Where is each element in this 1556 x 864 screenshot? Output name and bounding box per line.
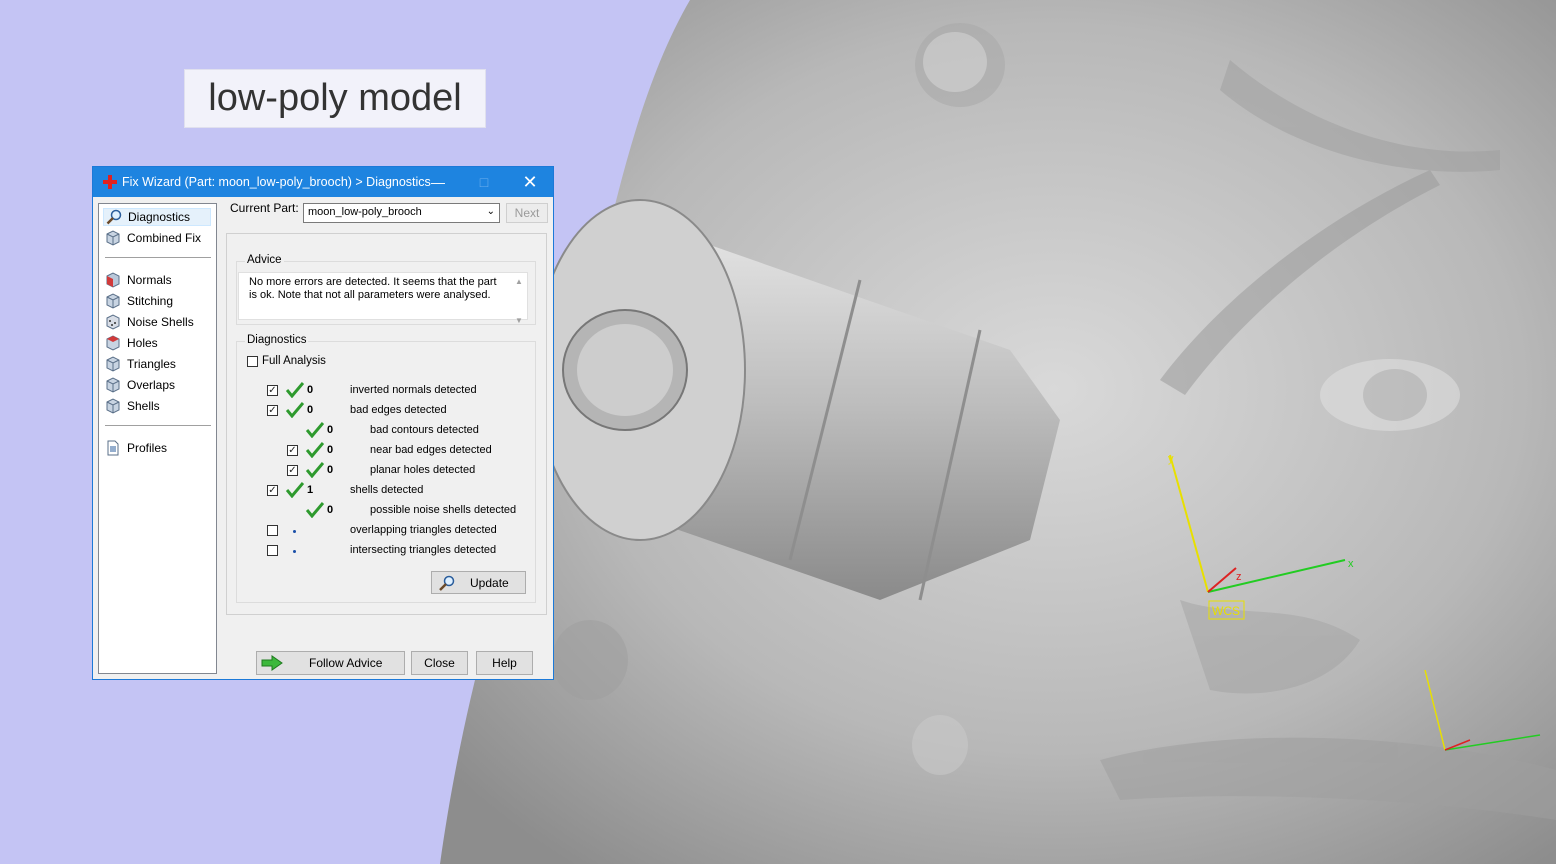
row-checkbox[interactable]: ✓ — [287, 465, 298, 476]
nav-item-holes[interactable]: Holes — [105, 334, 158, 352]
svg-text:y: y — [1168, 453, 1174, 465]
check-icon — [306, 502, 324, 518]
advice-title: Advice — [245, 254, 284, 266]
pending-dot-icon — [293, 550, 296, 553]
holes-cube-icon — [106, 335, 120, 351]
row-label: bad edges detected — [350, 404, 447, 416]
wizard-nav-list: Diagnostics Combined Fix Normals Stitchi… — [98, 203, 217, 674]
check-icon — [306, 442, 324, 458]
advice-text-box: No more errors are detected. It seems th… — [238, 272, 528, 325]
row-count: 0 — [327, 424, 334, 436]
row-label: possible noise shells detected — [370, 504, 517, 516]
window-title: Fix Wizard (Part: moon_low-poly_brooch) … — [122, 175, 431, 189]
nav-item-shells[interactable]: Shells — [105, 397, 160, 415]
nav-item-triangles[interactable]: Triangles — [105, 355, 176, 373]
app-cross-icon — [103, 175, 117, 189]
row-checkbox[interactable]: ✓ — [287, 445, 298, 456]
row-checkbox[interactable] — [267, 525, 278, 536]
overlaps-cube-icon — [106, 377, 120, 393]
check-icon — [286, 382, 304, 398]
svg-text:z: z — [1236, 571, 1242, 583]
check-icon — [306, 422, 324, 438]
triangles-cube-icon — [106, 356, 120, 372]
row-count: 0 — [307, 384, 314, 396]
diagnostics-panel: Advice No more errors are detected. It s… — [226, 233, 547, 615]
update-button[interactable]: Update — [431, 571, 526, 594]
follow-advice-button[interactable]: Follow Advice — [256, 651, 405, 675]
normals-cube-icon — [106, 272, 120, 288]
row-count: 0 — [327, 444, 334, 456]
row-checkbox[interactable] — [267, 545, 278, 556]
row-count: 0 — [327, 464, 334, 476]
overlay-label: low-poly model — [184, 69, 486, 128]
row-label: bad contours detected — [370, 424, 479, 436]
row-checkbox[interactable]: ✓ — [267, 385, 278, 396]
row-label: intersecting triangles detected — [350, 544, 497, 556]
advice-scrollbar[interactable]: ▲ ▼ — [513, 275, 525, 325]
nav-item-normals[interactable]: Normals — [105, 271, 172, 289]
diagnostics-title: Diagnostics — [245, 334, 309, 346]
chevron-down-icon: ⌄ — [486, 206, 495, 217]
next-button[interactable]: Next — [506, 203, 548, 223]
row-label: planar holes detected — [370, 464, 476, 476]
row-label: overlapping triangles detected — [350, 524, 497, 536]
row-checkbox[interactable]: ✓ — [267, 405, 278, 416]
nav-item-combined-fix[interactable]: Combined Fix — [105, 229, 201, 247]
row-label: shells detected — [350, 484, 424, 496]
shells-cube-icon — [106, 398, 120, 414]
nav-item-profiles[interactable]: Profiles — [105, 439, 167, 457]
close-window-button[interactable]: ✕ — [507, 167, 553, 197]
check-icon — [286, 482, 304, 498]
title-bar[interactable]: Fix Wizard (Part: moon_low-poly_brooch) … — [93, 167, 553, 197]
nav-item-stitching[interactable]: Stitching — [105, 292, 173, 310]
minimize-button[interactable]: — — [415, 167, 461, 197]
document-icon — [107, 440, 119, 456]
nav-item-diagnostics[interactable]: Diagnostics — [103, 208, 211, 226]
help-button[interactable]: Help — [476, 651, 533, 675]
current-part-label: Current Part: — [230, 201, 299, 215]
nav-item-overlaps[interactable]: Overlaps — [105, 376, 175, 394]
arrow-right-icon — [261, 655, 283, 671]
current-part-select[interactable]: moon_low-poly_brooch ⌄ — [303, 203, 500, 223]
wcs-label: WCS — [1212, 604, 1240, 618]
row-count: 0 — [307, 404, 314, 416]
row-label: inverted normals detected — [350, 384, 477, 396]
full-analysis-checkbox[interactable] — [247, 356, 258, 367]
nav-item-noise-shells[interactable]: Noise Shells — [105, 313, 194, 331]
maximize-button[interactable]: □ — [461, 167, 507, 197]
check-icon — [286, 402, 304, 418]
row-count: 1 — [307, 484, 314, 496]
magnifier-icon — [439, 575, 455, 591]
row-checkbox[interactable]: ✓ — [267, 485, 278, 496]
stitching-cube-icon — [106, 293, 120, 309]
check-icon — [306, 462, 324, 478]
row-count: 0 — [327, 504, 334, 516]
svg-text:x: x — [1348, 558, 1354, 570]
cube-icon — [106, 230, 120, 246]
advice-text: No more errors are detected. It seems th… — [249, 276, 497, 301]
row-label: near bad edges detected — [370, 444, 492, 456]
magnifier-icon — [106, 209, 122, 225]
pending-dot-icon — [293, 530, 296, 533]
fix-wizard-dialog: Fix Wizard (Part: moon_low-poly_brooch) … — [92, 166, 554, 680]
close-button[interactable]: Close — [411, 651, 468, 675]
noise-shells-icon — [106, 314, 120, 330]
full-analysis-label: Full Analysis — [262, 355, 326, 367]
